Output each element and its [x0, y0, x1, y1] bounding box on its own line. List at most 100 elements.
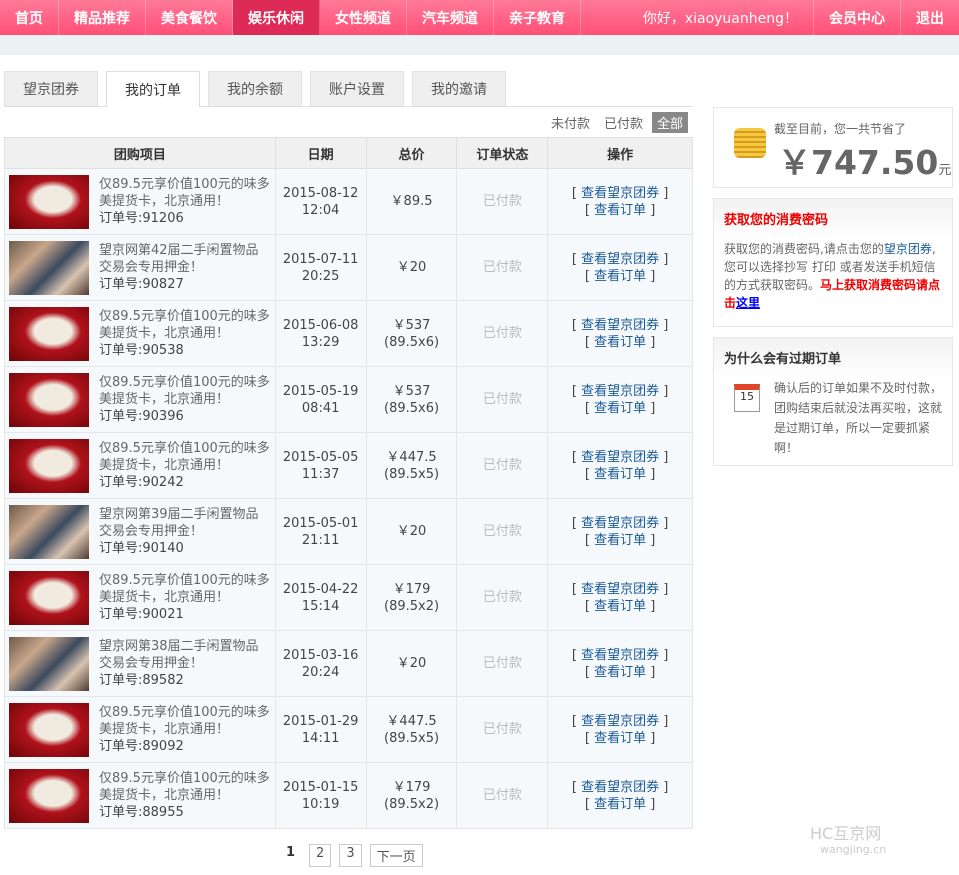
- view-order-link[interactable]: 查看订单: [594, 599, 646, 614]
- view-coupon-link[interactable]: 查看望京团券: [581, 714, 659, 729]
- total-price: ￥537: [392, 317, 431, 333]
- date-cell: 2015-08-12 12:04: [274, 168, 367, 235]
- page-2[interactable]: 2: [309, 844, 332, 867]
- view-coupon-link[interactable]: 查看望京团券: [581, 186, 659, 201]
- op-row: [ 查看望京团券 ]: [571, 449, 669, 465]
- item-thumbnail[interactable]: [9, 438, 89, 493]
- order-status: 已付款: [456, 762, 549, 829]
- member-center-link[interactable]: 会员中心: [814, 0, 901, 35]
- ops-cell: [ 查看望京团券 ][ 查看订单 ]: [547, 300, 693, 367]
- expire-box-text: 确认后的订单如果不及时付款，团购结束后就没法再买啦，这就是过期订单，所以一定要抓…: [774, 381, 943, 455]
- item-title[interactable]: 仅89.5元享价值100元的味多美提货卡，北京通用！: [99, 572, 271, 606]
- price-cell: ￥20: [365, 630, 458, 697]
- view-order-link[interactable]: 查看订单: [594, 797, 646, 812]
- view-order-link[interactable]: 查看订单: [594, 467, 646, 482]
- op-row: [ 查看订单 ]: [584, 730, 656, 746]
- table-row: 仅89.5元享价值100元的味多美提货卡，北京通用！ 订单号:91206 2015-…: [4, 168, 693, 235]
- price-cell: ￥447.5 (89.5x5): [365, 432, 458, 499]
- price-cell: ￥179 (89.5x2): [365, 564, 458, 631]
- op-row: [ 查看订单 ]: [584, 268, 656, 284]
- tab-2[interactable]: 我的余额: [208, 71, 302, 106]
- order-date: 2015-05-05: [282, 449, 359, 465]
- nav-item-3[interactable]: 娱乐休闲: [233, 0, 320, 35]
- view-order-link[interactable]: 查看订单: [594, 269, 646, 284]
- order-number: 订单号:90827: [99, 277, 184, 292]
- view-coupon-link[interactable]: 查看望京团券: [581, 780, 659, 795]
- view-order-link[interactable]: 查看订单: [594, 401, 646, 416]
- item-title[interactable]: 仅89.5元享价值100元的味多美提货卡，北京通用！: [99, 770, 271, 804]
- logout-link[interactable]: 退出: [901, 0, 959, 35]
- item-title[interactable]: 仅89.5元享价值100元的味多美提货卡，北京通用！: [99, 440, 271, 474]
- op-row: [ 查看望京团券 ]: [571, 515, 669, 531]
- order-number: 订单号:88955: [99, 805, 184, 820]
- item-thumbnail[interactable]: [9, 768, 89, 823]
- item-thumbnail[interactable]: [9, 570, 89, 625]
- filter-2[interactable]: 全部: [652, 112, 689, 133]
- page-1[interactable]: 1: [280, 844, 301, 867]
- here-link[interactable]: 这里: [736, 296, 760, 310]
- order-time: 20:24: [301, 664, 340, 680]
- item-thumbnail[interactable]: [9, 636, 89, 691]
- item-thumbnail[interactable]: [9, 306, 89, 361]
- item-thumbnail[interactable]: [9, 504, 89, 559]
- view-order-link[interactable]: 查看订单: [594, 533, 646, 548]
- view-order-link[interactable]: 查看订单: [594, 665, 646, 680]
- order-time: 15:14: [301, 598, 340, 614]
- filter-1[interactable]: 已付款: [599, 112, 648, 133]
- op-row: [ 查看望京团券 ]: [571, 647, 669, 663]
- tab-1[interactable]: 我的订单: [106, 71, 200, 107]
- order-time: 12:04: [301, 202, 340, 218]
- nav-item-2[interactable]: 美食餐饮: [146, 0, 233, 35]
- table-row: 仅89.5元享价值100元的味多美提货卡，北京通用！ 订单号:89092 2015-…: [4, 696, 693, 763]
- view-coupon-link[interactable]: 查看望京团券: [581, 384, 659, 399]
- sub-band: [0, 35, 959, 55]
- view-coupon-link[interactable]: 查看望京团券: [581, 450, 659, 465]
- page-3[interactable]: 3: [339, 844, 362, 867]
- nav-item-5[interactable]: 汽车频道: [407, 0, 494, 35]
- coupon-link[interactable]: 望京团券: [884, 242, 932, 256]
- nav-item-0[interactable]: 首页: [0, 0, 59, 35]
- view-coupon-link[interactable]: 查看望京团券: [581, 252, 659, 267]
- top-nav: 首页 精品推荐 美食餐饮 娱乐休闲 女性频道 汽车频道 亲子教育 你好，xiaoyuanhen…: [0, 0, 959, 35]
- item-title[interactable]: 仅89.5元享价值100元的味多美提货卡，北京通用！: [99, 308, 271, 342]
- item-title[interactable]: 望京网第42届二手闲置物品交易会专用押金！: [99, 242, 271, 276]
- item-title[interactable]: 望京网第39届二手闲置物品交易会专用押金！: [99, 506, 271, 540]
- coins-icon: [734, 128, 766, 158]
- view-coupon-link[interactable]: 查看望京团券: [581, 582, 659, 597]
- tab-3[interactable]: 账户设置: [310, 71, 404, 106]
- item-title[interactable]: 望京网第38届二手闲置物品交易会专用押金！: [99, 638, 271, 672]
- column-header: 总价: [365, 137, 458, 169]
- item-text: 仅89.5元享价值100元的味多美提货卡，北京通用！ 订单号:90021: [99, 572, 271, 623]
- item-text: 仅89.5元享价值100元的味多美提货卡，北京通用！ 订单号:91206: [99, 176, 271, 227]
- tab-0[interactable]: 望京团券: [4, 71, 98, 106]
- view-order-link[interactable]: 查看订单: [594, 203, 646, 218]
- price-detail: (89.5x6): [384, 400, 440, 416]
- nav-item-4[interactable]: 女性频道: [320, 0, 407, 35]
- view-coupon-link[interactable]: 查看望京团券: [581, 318, 659, 333]
- order-status: 已付款: [456, 564, 549, 631]
- item-thumbnail[interactable]: [9, 702, 89, 757]
- item-wrap: 望京网第42届二手闲置物品交易会专用押金！ 订单号:90827: [9, 240, 271, 295]
- next-page-button[interactable]: 下一页: [369, 844, 423, 867]
- nav-item-1[interactable]: 精品推荐: [59, 0, 146, 35]
- view-coupon-link[interactable]: 查看望京团券: [581, 648, 659, 663]
- item-title[interactable]: 仅89.5元享价值100元的味多美提货卡，北京通用！: [99, 704, 271, 738]
- item-text: 望京网第42届二手闲置物品交易会专用押金！ 订单号:90827: [99, 242, 271, 293]
- view-coupon-link[interactable]: 查看望京团券: [581, 516, 659, 531]
- tab-4[interactable]: 我的邀请: [412, 71, 506, 106]
- view-order-link[interactable]: 查看订单: [594, 731, 646, 746]
- item-text: 望京网第38届二手闲置物品交易会专用押金！ 订单号:89582: [99, 638, 271, 689]
- item-title[interactable]: 仅89.5元享价值100元的味多美提货卡，北京通用！: [99, 176, 271, 210]
- order-number: 订单号:91206: [99, 211, 184, 226]
- view-order-link[interactable]: 查看订单: [594, 335, 646, 350]
- order-date: 2015-01-29: [282, 713, 359, 729]
- item-thumbnail[interactable]: [9, 174, 89, 229]
- item-thumbnail[interactable]: [9, 240, 89, 295]
- nav-item-6[interactable]: 亲子教育: [494, 0, 581, 35]
- table-row: 望京网第42届二手闲置物品交易会专用押金！ 订单号:90827 2015-07-11…: [4, 234, 693, 301]
- order-number: 订单号:90396: [99, 409, 184, 424]
- item-thumbnail[interactable]: [9, 372, 89, 427]
- ops-cell: [ 查看望京团券 ][ 查看订单 ]: [547, 564, 693, 631]
- item-title[interactable]: 仅89.5元享价值100元的味多美提货卡，北京通用！: [99, 374, 271, 408]
- filter-0[interactable]: 未付款: [546, 112, 595, 133]
